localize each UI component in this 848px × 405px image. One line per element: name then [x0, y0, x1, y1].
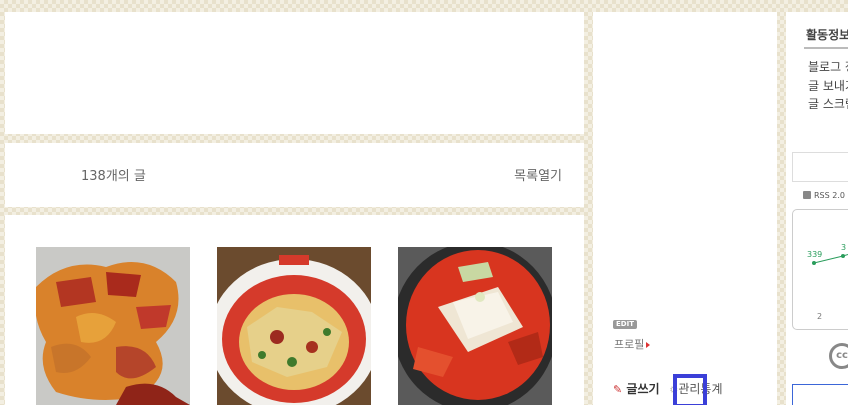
rss-label: RSS 2.0 — [814, 191, 845, 200]
activity-title: 활동정보 — [806, 28, 848, 42]
post-thumbnail-grid — [5, 215, 584, 405]
list-open-link[interactable]: 목록열기 — [514, 165, 562, 184]
profile-sidebar: EDIT 프로필 ✎ 글쓰기 ⚙ 관리통계 — [593, 12, 777, 405]
stats-point — [841, 254, 845, 258]
write-post-button[interactable]: ✎ 글쓰기 — [613, 382, 660, 396]
rss-link[interactable]: RSS 2.0 — [803, 191, 845, 200]
bottom-widget[interactable] — [792, 384, 848, 405]
post-count: 138개의 글 — [81, 169, 146, 184]
search-input[interactable] — [792, 152, 848, 182]
visitor-stats-box: 339 3 2 — [792, 209, 848, 330]
blog-header-panel — [5, 12, 584, 134]
post-thumbnail-2[interactable] — [217, 247, 371, 405]
stats-axis-label: 2 — [817, 312, 822, 321]
profile-label: 프로필 — [614, 338, 645, 351]
write-label: 글쓰기 — [626, 382, 660, 396]
activity-panel: 활동정보 블로그 정보 글 보내기 글 스크랩 RSS 2.0 339 3 2 … — [786, 12, 848, 405]
activity-divider — [804, 47, 848, 49]
stats-value-label: 3 — [841, 243, 846, 252]
activity-item-send[interactable]: 글 보내기 — [808, 77, 848, 94]
stats-point — [812, 261, 816, 265]
rss-icon — [803, 191, 811, 199]
post-count-bar: 138개의 글 목록열기 — [5, 143, 584, 207]
arrow-right-icon — [646, 342, 651, 348]
activity-item-scrap[interactable]: 글 스크랩 — [808, 95, 848, 112]
post-thumbnail-1[interactable] — [36, 247, 190, 405]
admin-toolbar: ✎ 글쓰기 ⚙ 관리통계 — [613, 374, 723, 405]
profile-link[interactable]: 프로필 — [614, 336, 651, 352]
stats-value-label: 339 — [807, 250, 822, 259]
edit-badge[interactable]: EDIT — [613, 320, 637, 329]
activity-item-blog-info[interactable]: 블로그 정보 — [808, 58, 848, 75]
cc-icon: cc — [829, 343, 848, 369]
manage-highlight-box — [673, 374, 708, 405]
manage-button[interactable]: 관리 — [673, 374, 708, 405]
post-thumbnail-3[interactable] — [398, 247, 552, 405]
pencil-icon: ✎ — [613, 383, 623, 396]
